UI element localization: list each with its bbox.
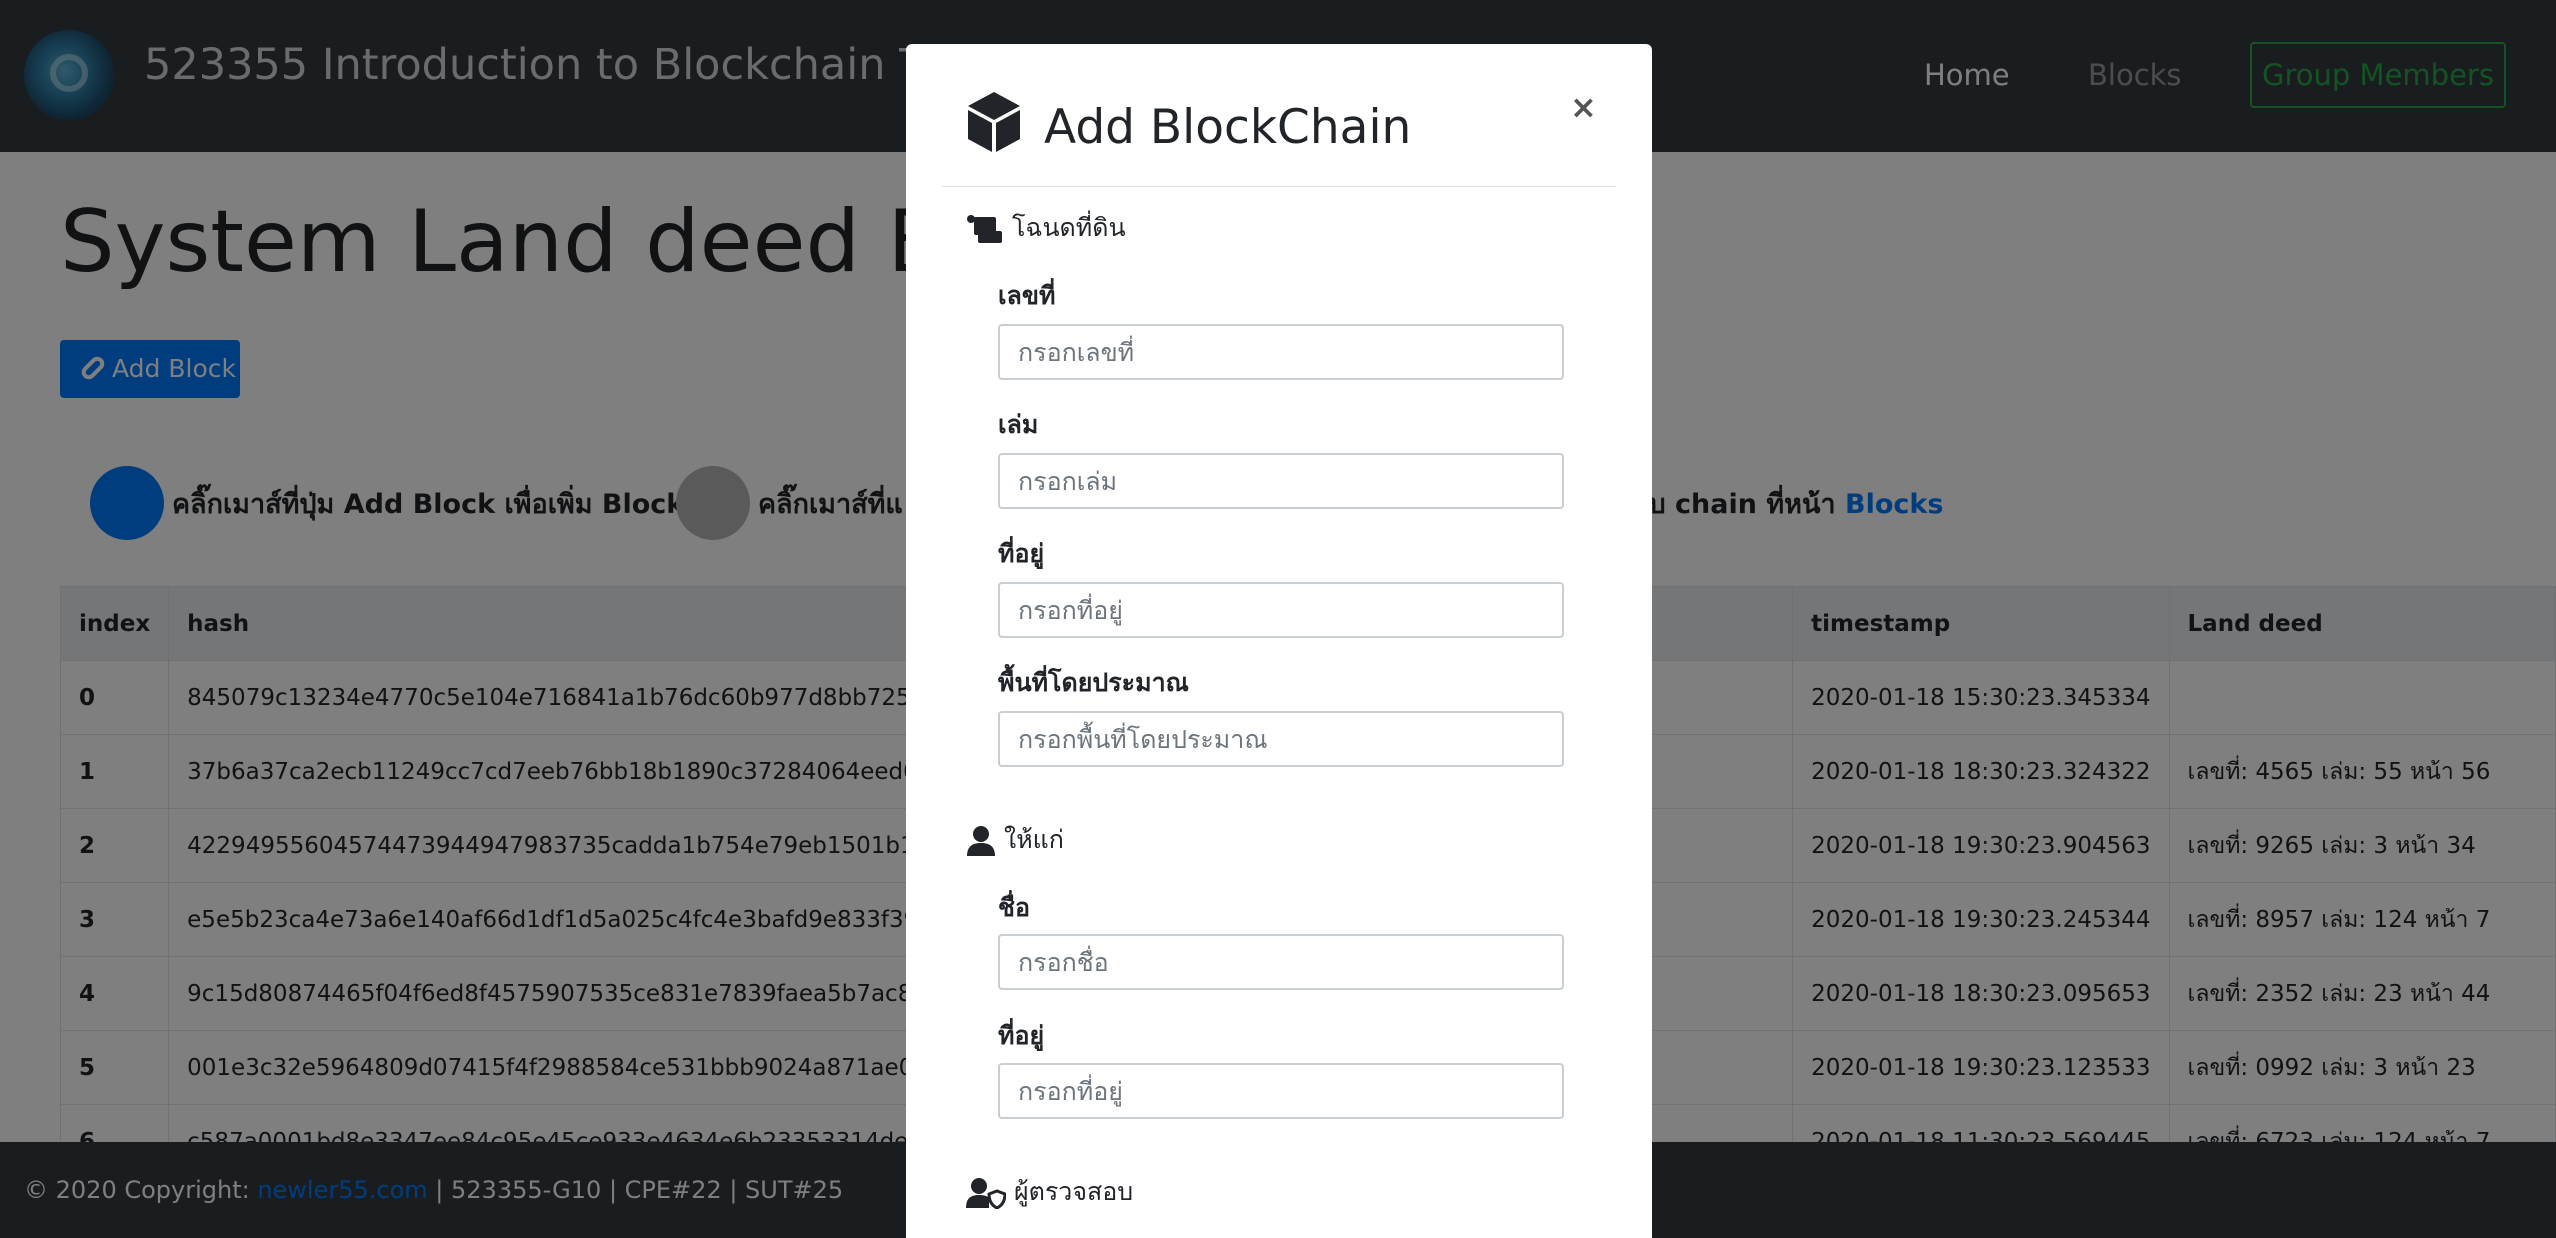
add-blockchain-modal: Add BlockChain × โฉนดที่ดิน เลขที่ เล่ม … (906, 44, 1652, 1238)
modal-title: Add BlockChain (1044, 100, 1412, 155)
deed-area-input[interactable] (998, 711, 1564, 767)
user-icon (967, 826, 995, 856)
deed-volume-label: เล่ม (998, 410, 1039, 439)
section-recipient-heading: ให้แก่ (966, 820, 1064, 860)
deed-number-input[interactable] (998, 324, 1564, 380)
recipient-address-input[interactable] (998, 1063, 1564, 1119)
deed-volume-input[interactable] (998, 453, 1564, 509)
section-inspector-label: ผู้ตรวจสอบ (1014, 1177, 1134, 1206)
section-deed-label: โฉนดที่ดิน (1012, 213, 1126, 242)
section-inspector-heading: ผู้ตรวจสอบ (966, 1172, 1133, 1212)
deed-address-label: ที่อยู่ (998, 539, 1045, 568)
recipient-name-label: ชื่อ (998, 893, 1030, 922)
scroll-icon (967, 215, 1002, 243)
section-recipient-label: ให้แก่ (1004, 825, 1064, 854)
deed-area-label: พื้นที่โดยประมาณ (998, 668, 1189, 697)
close-button[interactable]: × (1570, 88, 1597, 126)
recipient-address-label: ที่อยู่ (998, 1021, 1045, 1050)
deed-address-input[interactable] (998, 582, 1564, 638)
user-shield-icon (966, 1178, 1007, 1210)
section-deed-heading: โฉนดที่ดิน (966, 208, 1126, 248)
recipient-name-input[interactable] (998, 934, 1564, 990)
deed-number-label: เลขที่ (998, 281, 1056, 310)
cube-icon (968, 92, 1020, 152)
